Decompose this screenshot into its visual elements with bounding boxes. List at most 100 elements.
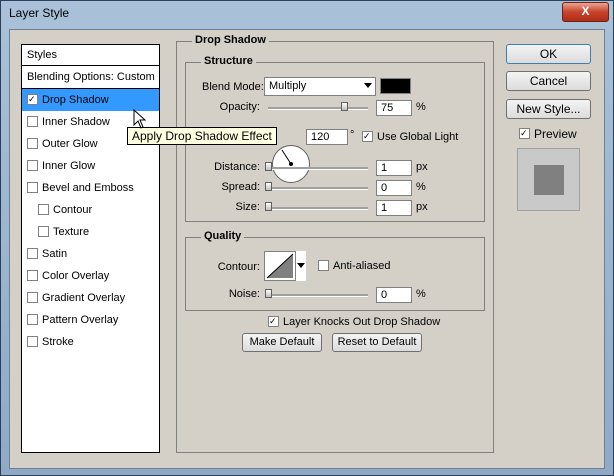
distance-value: 1 bbox=[381, 162, 388, 174]
ok-button[interactable]: OK bbox=[506, 44, 591, 64]
checkbox-icon[interactable] bbox=[27, 115, 38, 127]
use-global-light-box[interactable] bbox=[362, 130, 373, 142]
preview-checkbox[interactable]: Preview bbox=[519, 127, 577, 141]
checkbox-icon[interactable] bbox=[38, 203, 49, 215]
checkbox-icon[interactable] bbox=[27, 269, 38, 281]
window-title: Layer Style bbox=[9, 6, 70, 20]
checkbox-icon[interactable] bbox=[27, 335, 38, 347]
style-item-label: Outer Glow bbox=[42, 138, 98, 150]
style-item-drop-shadow[interactable]: Drop Shadow bbox=[22, 89, 159, 111]
anti-aliased-checkbox[interactable]: Anti-aliased bbox=[318, 259, 391, 272]
angle-unit: ° bbox=[350, 129, 355, 141]
opacity-slider-track[interactable] bbox=[268, 107, 368, 110]
distance-input[interactable]: 1 bbox=[376, 160, 412, 176]
checkbox-icon[interactable] bbox=[27, 247, 38, 259]
spread-slider-thumb[interactable] bbox=[265, 182, 272, 191]
drop-shadow-title: Drop Shadow bbox=[192, 34, 269, 46]
spread-slider-track[interactable] bbox=[268, 187, 368, 190]
title-bar[interactable]: Layer Style X bbox=[1, 1, 613, 27]
styles-list: Styles Blending Options: Custom Drop Sha… bbox=[21, 44, 160, 453]
style-item-contour[interactable]: Contour bbox=[22, 199, 159, 221]
noise-slider-track[interactable] bbox=[268, 294, 368, 297]
reset-to-default-button[interactable]: Reset to Default bbox=[332, 333, 422, 352]
knocks-out-checkbox[interactable]: Layer Knocks Out Drop Shadow bbox=[268, 315, 440, 328]
distance-slider-track[interactable] bbox=[268, 167, 368, 170]
style-item-inner-glow[interactable]: Inner Glow bbox=[22, 155, 159, 177]
preview-square bbox=[534, 165, 564, 195]
close-button[interactable]: X bbox=[562, 2, 609, 22]
chevron-down-icon bbox=[297, 263, 305, 268]
spread-value: 0 bbox=[381, 182, 388, 194]
preview-thumbnail bbox=[517, 148, 580, 211]
opacity-unit: % bbox=[416, 101, 426, 113]
checkbox-icon[interactable] bbox=[27, 137, 38, 149]
checkbox-icon[interactable] bbox=[38, 225, 49, 237]
layer-style-dialog: Layer Style X Styles Blending Options: C… bbox=[0, 0, 614, 476]
opacity-value: 75 bbox=[381, 102, 394, 114]
cancel-button[interactable]: Cancel bbox=[506, 71, 591, 91]
style-item-label: Stroke bbox=[42, 336, 74, 348]
distance-unit: px bbox=[416, 161, 428, 173]
style-item-pattern-overlay[interactable]: Pattern Overlay bbox=[22, 309, 159, 331]
style-item-label: Bevel and Emboss bbox=[42, 182, 134, 194]
checkbox-icon[interactable] bbox=[27, 181, 38, 193]
size-label: Size: bbox=[235, 201, 260, 213]
style-item-gradient-overlay[interactable]: Gradient Overlay bbox=[22, 287, 159, 309]
use-global-light-checkbox[interactable]: Use Global Light bbox=[362, 130, 459, 143]
preview-box[interactable] bbox=[519, 128, 530, 140]
checkbox-icon[interactable] bbox=[27, 291, 38, 303]
angle-input[interactable]: 120 bbox=[306, 129, 348, 145]
contour-label: Contour: bbox=[217, 261, 260, 273]
distance-slider-thumb[interactable] bbox=[265, 162, 272, 171]
style-item-stroke[interactable]: Stroke bbox=[22, 331, 159, 353]
style-item-color-overlay[interactable]: Color Overlay bbox=[22, 265, 159, 287]
style-item-label: Color Overlay bbox=[42, 270, 110, 282]
style-item-label: Pattern Overlay bbox=[42, 314, 119, 326]
blend-mode-label: Blend Mode: bbox=[202, 81, 264, 93]
quality-title: Quality bbox=[201, 230, 245, 242]
blending-options-item[interactable]: Blending Options: Custom bbox=[22, 66, 159, 89]
opacity-input[interactable]: 75 bbox=[376, 100, 412, 116]
style-item-label: Gradient Overlay bbox=[42, 292, 126, 304]
noise-input[interactable]: 0 bbox=[376, 287, 412, 303]
anti-aliased-box[interactable] bbox=[318, 259, 329, 271]
blend-mode-value: Multiply bbox=[269, 80, 307, 92]
style-item-label: Texture bbox=[53, 226, 90, 238]
checkbox-icon[interactable] bbox=[27, 313, 38, 325]
style-item-label: Contour bbox=[53, 204, 93, 216]
size-unit: px bbox=[416, 201, 428, 213]
mouse-cursor-icon bbox=[133, 109, 147, 129]
checkbox-icon[interactable] bbox=[27, 159, 38, 171]
size-value: 1 bbox=[381, 202, 388, 214]
angle-value: 120 bbox=[311, 131, 330, 143]
contour-dropdown[interactable] bbox=[295, 251, 306, 281]
angle-indicator-icon bbox=[281, 149, 293, 166]
style-item-label: Inner Glow bbox=[42, 160, 96, 172]
checkbox-icon[interactable] bbox=[27, 93, 38, 105]
noise-label: Noise: bbox=[228, 288, 260, 300]
spread-label: Spread: bbox=[221, 181, 260, 193]
spread-unit: % bbox=[416, 181, 426, 193]
use-global-light-label: Use Global Light bbox=[377, 131, 459, 143]
spread-input[interactable]: 0 bbox=[376, 180, 412, 196]
knocks-out-box[interactable] bbox=[268, 315, 279, 327]
style-item-bevel-and-emboss[interactable]: Bevel and Emboss bbox=[22, 177, 159, 199]
structure-title: Structure bbox=[201, 55, 256, 67]
anti-aliased-label: Anti-aliased bbox=[333, 260, 391, 272]
shadow-color-swatch[interactable] bbox=[380, 78, 411, 94]
opacity-label: Opacity: bbox=[219, 101, 260, 113]
size-slider-track[interactable] bbox=[268, 207, 368, 210]
make-default-button[interactable]: Make Default bbox=[242, 333, 322, 352]
blend-mode-select[interactable]: Multiply bbox=[264, 77, 376, 96]
size-slider-thumb[interactable] bbox=[265, 202, 272, 211]
angle-dial[interactable] bbox=[272, 145, 310, 183]
noise-slider-thumb[interactable] bbox=[265, 289, 272, 298]
noise-unit: % bbox=[416, 288, 426, 300]
size-input[interactable]: 1 bbox=[376, 200, 412, 216]
styles-header[interactable]: Styles bbox=[22, 45, 159, 66]
style-item-satin[interactable]: Satin bbox=[22, 243, 159, 265]
style-item-texture[interactable]: Texture bbox=[22, 221, 159, 243]
contour-curve-icon bbox=[266, 253, 294, 279]
opacity-slider-thumb[interactable] bbox=[341, 102, 348, 111]
new-style-button[interactable]: New Style... bbox=[506, 99, 591, 119]
